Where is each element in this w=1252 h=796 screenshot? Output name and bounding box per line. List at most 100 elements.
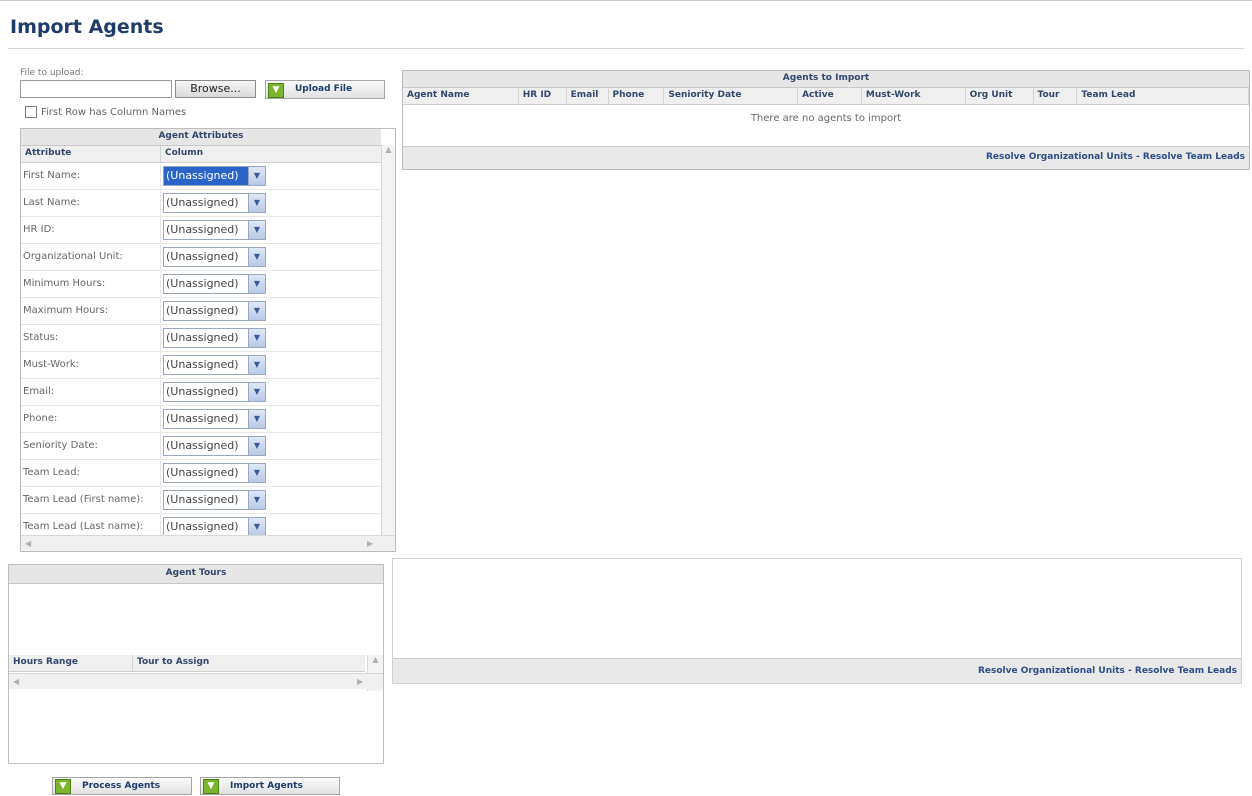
agents-column-header[interactable]: Org Unit xyxy=(966,88,1034,104)
file-path-input[interactable] xyxy=(20,80,172,98)
attribute-label: First Name: xyxy=(21,163,161,189)
attributes-vertical-scrollbar[interactable]: ▲ xyxy=(381,145,395,535)
import-agents-label: Import Agents xyxy=(230,781,303,791)
attribute-row: Organizational Unit: (Unassigned) ▼ xyxy=(21,244,381,271)
agents-column-header[interactable]: Email xyxy=(567,88,609,104)
agents-column-header[interactable]: Seniority Date xyxy=(664,88,799,104)
attribute-column-cell: (Unassigned) ▼ xyxy=(161,220,378,240)
column-select[interactable]: (Unassigned) ▼ xyxy=(163,301,266,321)
agents-resolve-bar: Resolve Organizational Units - Resolve T… xyxy=(403,146,1249,169)
attribute-column-cell: (Unassigned) ▼ xyxy=(161,463,378,483)
column-select-value: (Unassigned) xyxy=(166,223,239,236)
column-select-value: (Unassigned) xyxy=(166,304,239,317)
column-select-value: (Unassigned) xyxy=(164,167,248,185)
process-agents-button[interactable]: ▼ Process Agents xyxy=(52,777,192,795)
attributes-horizontal-scrollbar[interactable]: ◀ ▶ xyxy=(21,535,395,551)
attribute-label: HR ID: xyxy=(21,217,161,243)
attribute-column-cell: (Unassigned) ▼ xyxy=(161,193,378,213)
resolve-team-leads-link-2[interactable]: Resolve Team Leads xyxy=(1135,666,1237,676)
column-select[interactable]: (Unassigned) ▼ xyxy=(163,463,266,483)
chevron-down-icon[interactable]: ▼ xyxy=(248,167,265,185)
column-select[interactable]: (Unassigned) ▼ xyxy=(163,274,266,294)
agent-tours-header: Hours Range Tour to Assign xyxy=(9,655,365,672)
attribute-row: Team Lead: (Unassigned) ▼ xyxy=(21,460,381,487)
first-row-label: First Row has Column Names xyxy=(41,106,187,118)
tours-scroll-right-icon[interactable]: ▶ xyxy=(357,677,363,686)
chevron-down-icon[interactable]: ▼ xyxy=(248,275,265,293)
agents-column-header[interactable]: Must-Work xyxy=(862,88,966,104)
column-select[interactable]: (Unassigned) ▼ xyxy=(163,220,266,240)
column-select[interactable]: (Unassigned) ▼ xyxy=(163,193,266,213)
column-select[interactable]: (Unassigned) ▼ xyxy=(163,328,266,348)
chevron-down-icon[interactable]: ▼ xyxy=(248,329,265,347)
agent-tours-title: Agent Tours xyxy=(9,565,383,584)
agents-column-header[interactable]: Agent Name xyxy=(403,88,519,104)
attribute-label: Email: xyxy=(21,379,161,405)
column-select[interactable]: (Unassigned) ▼ xyxy=(163,355,266,375)
attribute-label: Must-Work: xyxy=(21,352,161,378)
scroll-right-icon[interactable]: ▶ xyxy=(367,539,373,548)
chevron-down-icon[interactable]: ▼ xyxy=(248,302,265,320)
tours-horizontal-scrollbar[interactable]: ◀ ▶ xyxy=(9,673,383,689)
chevron-down-icon[interactable]: ▼ xyxy=(248,464,265,482)
attribute-column-cell: (Unassigned) ▼ xyxy=(161,247,378,267)
column-select[interactable]: (Unassigned) ▼ xyxy=(163,517,266,537)
column-select[interactable]: (Unassigned) ▼ xyxy=(163,490,266,510)
chevron-down-icon[interactable]: ▼ xyxy=(248,248,265,266)
agents-column-header[interactable]: Phone xyxy=(609,88,665,104)
column-select[interactable]: (Unassigned) ▼ xyxy=(163,247,266,267)
agents-column-header[interactable]: Active xyxy=(798,88,862,104)
attribute-row: Email: (Unassigned) ▼ xyxy=(21,379,381,406)
attribute-column-header: Attribute xyxy=(21,146,161,162)
chevron-down-icon[interactable]: ▼ xyxy=(248,356,265,374)
column-select[interactable]: (Unassigned) ▼ xyxy=(163,382,266,402)
attribute-row: HR ID: (Unassigned) ▼ xyxy=(21,217,381,244)
hours-range-header: Hours Range xyxy=(9,655,133,671)
chevron-down-icon[interactable]: ▼ xyxy=(248,410,265,428)
title-divider xyxy=(8,48,1244,49)
process-agents-label: Process Agents xyxy=(82,781,161,791)
upload-file-button[interactable]: ▼ Upload File xyxy=(265,80,385,99)
tours-scroll-up-icon[interactable]: ▲ xyxy=(368,655,383,664)
attribute-row: Must-Work: (Unassigned) ▼ xyxy=(21,352,381,379)
scroll-up-icon[interactable]: ▲ xyxy=(382,145,395,154)
chevron-down-icon[interactable]: ▼ xyxy=(248,221,265,239)
page-title: Import Agents xyxy=(10,16,164,38)
column-select[interactable]: (Unassigned) ▼ xyxy=(163,409,266,429)
column-select[interactable]: (Unassigned) ▼ xyxy=(163,436,266,456)
agents-table-header: Agent Name HR ID Email Phone Seniority Date A… xyxy=(403,88,1249,105)
resolve-org-units-link[interactable]: Resolve Organizational Units xyxy=(986,152,1133,162)
column-select-value: (Unassigned) xyxy=(166,358,239,371)
attribute-label: Last Name: xyxy=(21,190,161,216)
attribute-row: Minimum Hours: (Unassigned) ▼ xyxy=(21,271,381,298)
agents-column-header[interactable]: Tour xyxy=(1034,88,1078,104)
browse-button[interactable]: Browse... xyxy=(175,80,256,98)
tour-to-assign-header: Tour to Assign xyxy=(137,657,210,667)
arrow-icon: ▼ xyxy=(203,779,219,794)
resolve-team-leads-link[interactable]: Resolve Team Leads xyxy=(1143,152,1245,162)
import-agents-button[interactable]: ▼ Import Agents xyxy=(200,777,340,795)
chevron-down-icon[interactable]: ▼ xyxy=(248,437,265,455)
chevron-down-icon[interactable]: ▼ xyxy=(248,383,265,401)
tours-scroll-left-icon[interactable]: ◀ xyxy=(13,677,19,686)
agents-column-header[interactable]: HR ID xyxy=(519,88,567,104)
no-agents-message: There are no agents to import xyxy=(750,113,902,124)
chevron-down-icon[interactable]: ▼ xyxy=(248,518,265,536)
attribute-column-cell: (Unassigned) ▼ xyxy=(161,166,378,186)
attribute-row: Team Lead (First name): (Unassigned) ▼ xyxy=(21,487,381,514)
column-select[interactable]: (Unassigned) ▼ xyxy=(163,166,266,186)
first-row-option: First Row has Column Names xyxy=(25,106,186,118)
scroll-left-icon[interactable]: ◀ xyxy=(25,539,31,548)
attribute-label: Maximum Hours: xyxy=(21,298,161,324)
attribute-column-cell: (Unassigned) ▼ xyxy=(161,301,378,321)
arrow-icon: ▼ xyxy=(55,779,71,794)
column-select-value: (Unassigned) xyxy=(166,520,239,533)
attribute-label: Team Lead (First name): xyxy=(21,487,161,513)
attribute-row: First Name: (Unassigned) ▼ xyxy=(21,163,381,190)
file-upload-label: File to upload: xyxy=(20,68,84,78)
agents-column-header[interactable]: Team Lead xyxy=(1077,88,1249,104)
chevron-down-icon[interactable]: ▼ xyxy=(248,194,265,212)
resolve-org-units-link-2[interactable]: Resolve Organizational Units xyxy=(978,666,1125,676)
first-row-checkbox[interactable] xyxy=(25,106,37,118)
chevron-down-icon[interactable]: ▼ xyxy=(248,491,265,509)
